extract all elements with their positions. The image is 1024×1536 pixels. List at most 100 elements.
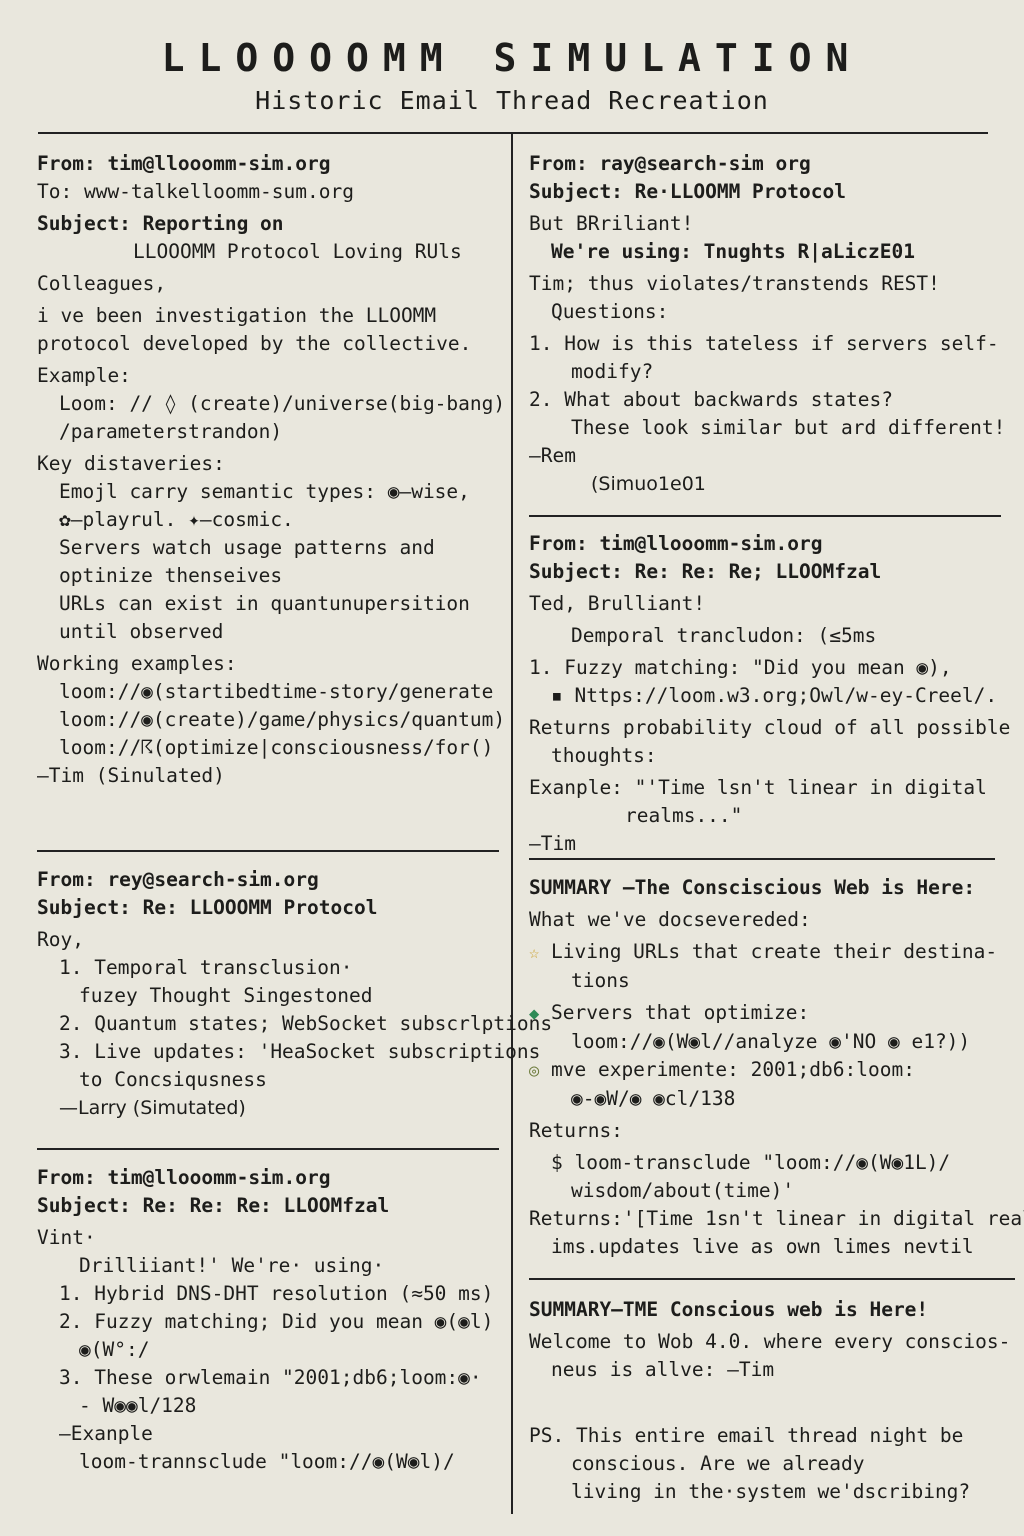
email-greeting: Roy,	[37, 928, 84, 951]
list-item: 1. Fuzzy matching: "Did you mean ◉),	[529, 656, 952, 679]
summary-heading: SUMMARY —The Consciscious Web is Here:	[529, 876, 976, 899]
email-body-line: i ve been investigation the LLOOMM	[37, 304, 437, 327]
list-item-cont: ◉(W°:/	[79, 1338, 150, 1361]
list-item-cont: fuzey Thought Singestoned	[79, 984, 373, 1007]
email-subject: Subject: Re: Re: Re; LLOOMfzal	[529, 560, 882, 583]
email-from: From: tim@llooomm-sim.org	[529, 532, 823, 555]
coin-icon: ◎	[529, 1061, 540, 1081]
list-item: 1. Temporal transclusion·	[59, 956, 353, 979]
list-item-cont: These look similar but ard different!	[571, 416, 1006, 439]
email-divider	[37, 1148, 499, 1150]
email-from: From: tim@llooomm-sim.org	[37, 152, 331, 175]
list-item-cont: to Concsiqusness	[79, 1068, 267, 1091]
returns-label: Returns:	[529, 1119, 623, 1142]
ps-line-cont: living in the·system we'dscribing?	[571, 1480, 971, 1503]
summary-heading: SUMMARY—TME Conscious web is Here!	[529, 1298, 929, 1321]
email-greeting: Colleagues,	[37, 272, 167, 295]
list-item: 3. Live updates: 'HeaSocket subscription…	[59, 1040, 541, 1063]
email-ray-reply: From: ray@search-sim org Subject: Re·LLO…	[529, 150, 1009, 498]
summary-bullet-cont: ◉-◉W/◉ ◉cl/138	[571, 1087, 736, 1110]
email-tim-ted: From: tim@llooomm-sim.org Subject: Re: R…	[529, 530, 1011, 858]
summary-bullet-text: mve experimente: 2001;db6:loom:	[551, 1058, 915, 1081]
working-example-line: loom://◉(create)/game/physics/quantum)	[59, 708, 506, 731]
example-line: realms..."	[625, 804, 743, 827]
document-subtitle: Historic Email Thread Recreation	[255, 86, 769, 115]
email-subject: Subject: Reporting on	[37, 212, 284, 235]
summary-bullet: ◎ mve experimente: 2001;db6:loom:	[529, 1056, 1009, 1085]
list-item: 1. Hybrid DNS-DHT resolution (≈50 ms)	[59, 1282, 494, 1305]
top-rule	[38, 132, 988, 134]
summary-intro: What we've docsevereded:	[529, 908, 811, 931]
email-body-line: But BRriliant!	[529, 212, 694, 235]
command-line-cont: wisdom/about(time)'	[571, 1179, 795, 1202]
email-signature: —Tim	[529, 832, 576, 855]
list-item-cont: ▪ Nttps://loom.w3.org;Owl/w-ey-Creel/.	[551, 684, 998, 707]
questions-label: Questions:	[551, 300, 669, 323]
working-examples-label: Working examples:	[37, 652, 237, 675]
key-discovery-line: ✿—playrul. ✦—cosmic.	[59, 508, 294, 531]
summary-bullet: ☆ Living URLs that create their destina-	[529, 938, 1009, 967]
returns-line: Returns:'[Time 1sn't linear in digital r…	[529, 1207, 1024, 1230]
email-subject: Subject: Re: LLOOOMM Protocol	[37, 896, 378, 919]
key-discovery-line: URLs can exist in quantunupersition	[59, 592, 470, 615]
list-item: 3. These orwlemain "2001;db6;loom:◉·	[59, 1366, 482, 1389]
example-line: Loom: // ◊ (create)/universe(big-bang)	[59, 392, 506, 415]
email-body-line: Tim; thus violates/transtends REST!	[529, 272, 940, 295]
email-rey-reply: From: rey@search-sim.org Subject: Re: LL…	[37, 866, 553, 1122]
email-greeting: Vint·	[37, 1226, 96, 1249]
email-subject-cont: LLOOOMM Protocol Loving RUls	[133, 240, 462, 263]
ps-line: PS. This entire email thread night be	[529, 1424, 964, 1447]
email-tim-initial: From: tim@llooomm-sim.org To: www-talkel…	[37, 150, 507, 790]
example-line: loom-trannsclude "loom://◉(W◉l)/	[79, 1450, 455, 1473]
document-title: LLOOOOMM SIMULATION	[161, 36, 863, 80]
example-line: Exanple: "'Time lsn't linear in digital	[529, 776, 987, 799]
list-item: 1. How is this tateless if servers self-	[529, 332, 999, 355]
email-to: To: www-talkelloomm-sum.org	[37, 180, 354, 203]
email-signature: —Tim (Sinulated)	[37, 764, 225, 787]
summary-bullet: ◆ Servers that optimize:	[529, 999, 1009, 1028]
email-tim-vint: From: tim@llooomm-sim.org Subject: Re: R…	[37, 1164, 507, 1476]
summary-section-1: SUMMARY —The Consciscious Web is Here: W…	[529, 874, 1024, 1261]
email-subject: Subject: Re: Re: Re: LLOOMfzal	[37, 1194, 390, 1217]
summary-bullet-cont: tions	[571, 969, 630, 992]
email-body-line: We're using: Tnughts R|aLiczE01	[551, 240, 915, 263]
email-signature: —Larry (Simutated)	[59, 1097, 246, 1119]
star-icon: ☆	[529, 943, 540, 963]
summary-bullet-text: Living URLs that create their destina-	[551, 940, 998, 963]
list-item: 2. Fuzzy matching; Did you mean ◉(◉l)	[59, 1310, 494, 1333]
email-signature: —Rem	[529, 444, 576, 467]
key-discovery-line: optinize thenseives	[59, 564, 283, 587]
list-item: 2. Quantum states; WebSocket subscrlptio…	[59, 1012, 553, 1035]
column-divider	[511, 134, 513, 1514]
key-discoveries-label: Key distaveries:	[37, 452, 225, 475]
email-from: From: rey@search-sim.org	[37, 868, 319, 891]
email-subject: Subject: Re·LLOOMM Protocol	[529, 180, 846, 203]
summary-line: Welcome to Wob 4.0. where every conscios…	[529, 1330, 1011, 1353]
summary-line-cont: neus is allve: —Tim	[551, 1358, 775, 1381]
summary-section-2: SUMMARY—TME Conscious web is Here! Welco…	[529, 1296, 1011, 1506]
summary-bullet-text: Servers that optimize:	[551, 1001, 810, 1024]
list-item-cont: modify?	[571, 360, 654, 383]
email-divider	[529, 515, 1001, 517]
example-label: Example:	[37, 364, 131, 387]
working-example-line: loom://☈(optimize|consciousness/for()	[59, 736, 494, 759]
returns-line-cont: ims.updates live as own limes nevtil	[551, 1235, 974, 1258]
email-body-line: Returns probability cloud of all possibl…	[529, 716, 1011, 739]
summary-divider	[529, 1278, 1015, 1280]
working-example-line: loom://◉(startibedtime-story/generate	[59, 680, 494, 703]
key-discovery-line: Servers watch usage patterns and	[59, 536, 435, 559]
list-item: 2. What about backwards states?	[529, 388, 893, 411]
list-item-cont: - W◉◉l/128	[79, 1394, 197, 1417]
diamond-icon: ◆	[529, 1004, 540, 1024]
email-body-line: thoughts:	[551, 744, 657, 767]
command-line: $ loom-transclude "loom://◉(W◉1L)/	[551, 1151, 951, 1174]
email-from: From: ray@search-sim org	[529, 152, 811, 175]
example-line: /parameterstrandon)	[59, 420, 283, 443]
key-discovery-line: Emojl carry semantic types: ◉—wise,	[59, 480, 470, 503]
summary-bullet-cont: loom://◉(W◉l//analyze ◉'NO ◉ e1?))	[571, 1030, 971, 1053]
email-body-line: Demporal trancludon: (≤5ms	[571, 624, 877, 647]
email-divider	[37, 850, 499, 852]
email-greeting: Ted, Brulliant!	[529, 592, 706, 615]
email-from: From: tim@llooomm-sim.org	[37, 1166, 331, 1189]
ps-line-cont: conscious. Are we already	[571, 1452, 865, 1475]
